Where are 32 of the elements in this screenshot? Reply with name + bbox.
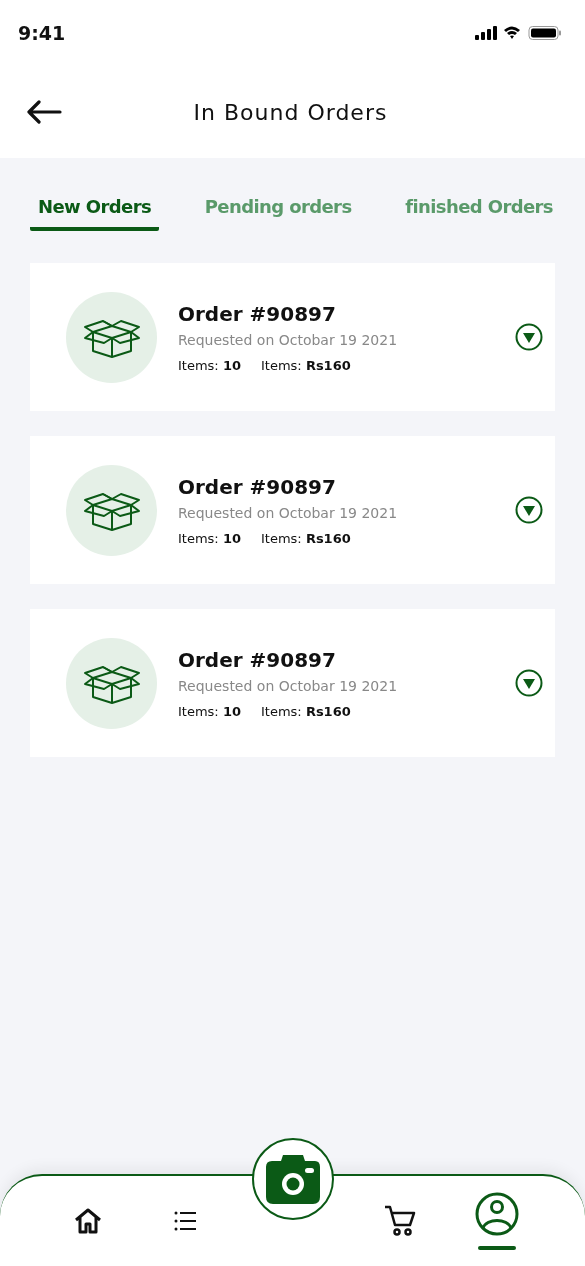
order-date: Requested on Octobar 19 2021: [178, 504, 399, 521]
dropdown-icon: [515, 669, 543, 697]
order-amount: Items: Rs160: [261, 530, 351, 546]
expand-button[interactable]: [515, 496, 543, 524]
status-time: 9:41: [18, 22, 66, 44]
camera-icon: [264, 1153, 321, 1205]
home-icon: [73, 1208, 104, 1234]
order-date: Requested on Octobar 19 2021: [178, 677, 399, 694]
order-number: Order #90897: [178, 301, 337, 326]
order-number: Order #90897: [178, 474, 337, 499]
order-number: Order #90897: [178, 647, 337, 672]
profile-icon: [474, 1192, 519, 1236]
order-tab[interactable]: New Orders: [30, 196, 160, 231]
expand-button[interactable]: [515, 669, 543, 697]
order-card[interactable]: Order #90897 Requested on Octobar 19 2021 Items: 10 Items: Rs160: [30, 609, 555, 757]
order-amount: Items: Rs160: [261, 703, 351, 719]
active-indicator: [477, 1246, 516, 1250]
order-amount: Items: Rs160: [261, 357, 351, 373]
back-arrow-icon: [26, 100, 62, 124]
order-card[interactable]: Order #90897 Requested on Octobar 19 2021 Items: 10 Items: Rs160: [30, 263, 555, 411]
back-button[interactable]: [26, 100, 62, 124]
item-count: Items: 10: [178, 530, 241, 546]
list-icon: [173, 1210, 196, 1232]
item-count: Items: 10: [178, 703, 241, 719]
expand-button[interactable]: [515, 323, 543, 351]
dropdown-icon: [515, 496, 543, 524]
dropdown-icon: [515, 323, 543, 351]
page-title: In Bound Orders: [192, 99, 389, 125]
item-count: Items: 10: [178, 357, 241, 373]
order-date: Requested on Octobar 19 2021: [178, 331, 399, 348]
cart-icon: [384, 1205, 417, 1237]
order-card[interactable]: Order #90897 Requested on Octobar 19 2021 Items: 10 Items: Rs160: [30, 436, 555, 584]
